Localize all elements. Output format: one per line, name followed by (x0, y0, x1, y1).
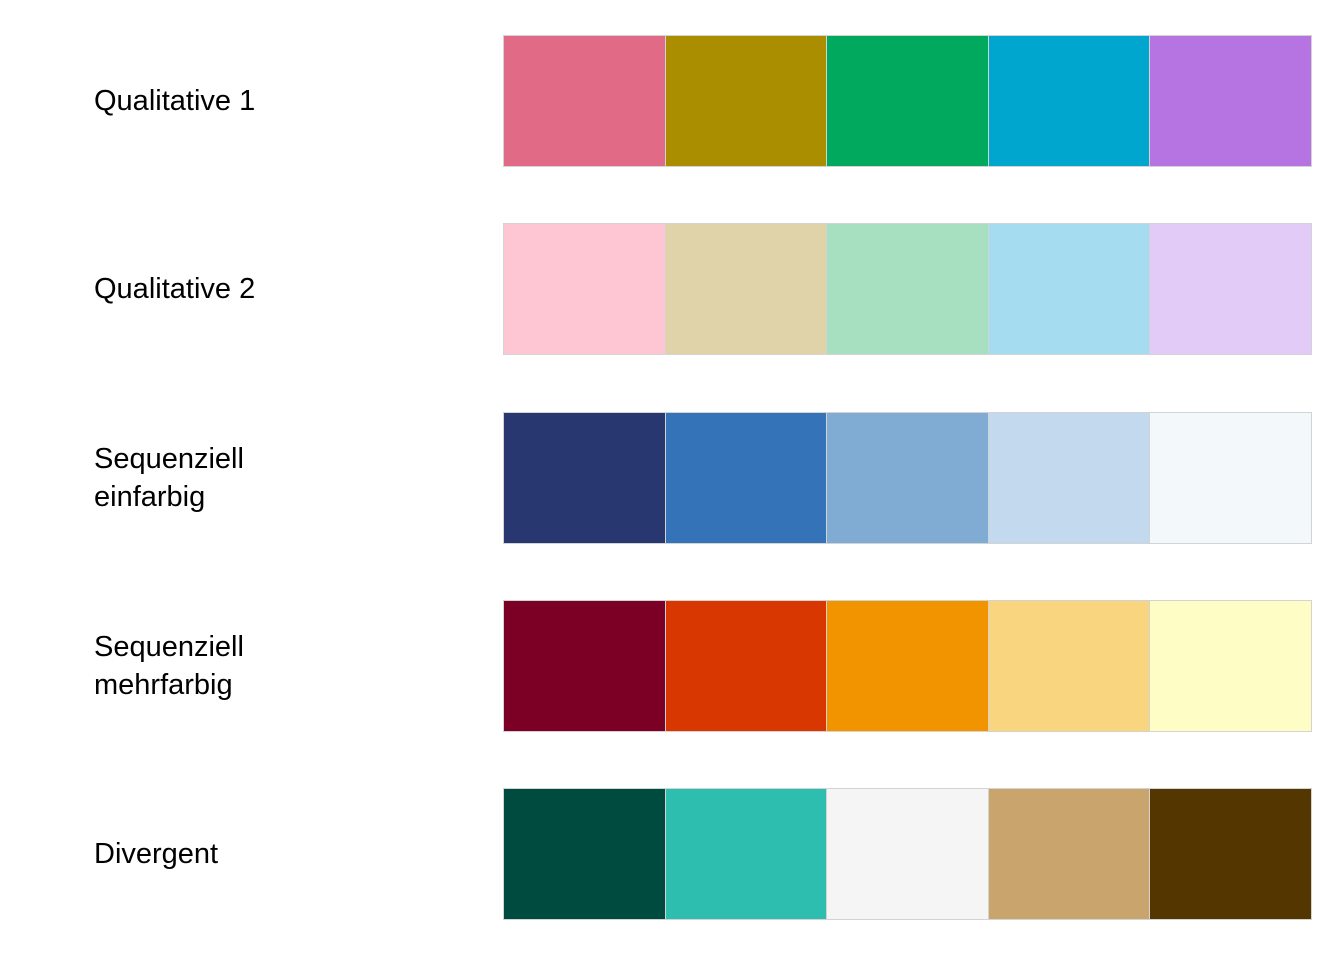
color-swatch (665, 789, 827, 919)
palette-row-sequential-multi-hue: Sequenziell mehrfarbig (0, 600, 1344, 732)
color-swatch (1150, 224, 1311, 354)
color-swatch (827, 601, 988, 731)
color-swatch (665, 224, 827, 354)
swatch-strip (503, 600, 1312, 732)
palette-row-sequential-single-hue: Sequenziell einfarbig (0, 412, 1344, 544)
color-swatch (665, 601, 827, 731)
color-swatch (665, 36, 827, 166)
palette-row-qualitative-1: Qualitative 1 (0, 35, 1344, 167)
color-swatch (827, 224, 988, 354)
color-swatch (988, 413, 1150, 543)
color-swatch (1150, 36, 1311, 166)
color-swatch (504, 789, 665, 919)
color-swatch (827, 789, 988, 919)
color-swatch (504, 413, 665, 543)
palette-label: Sequenziell mehrfarbig (94, 631, 244, 701)
color-swatch (988, 601, 1150, 731)
palette-row-qualitative-2: Qualitative 2 (0, 223, 1344, 355)
color-swatch (988, 224, 1150, 354)
swatch-strip (503, 35, 1312, 167)
color-swatch (1150, 413, 1311, 543)
palette-overview: Qualitative 1 Qualitative 2 Sequenziell … (0, 0, 1344, 960)
color-swatch (504, 224, 665, 354)
color-swatch (827, 36, 988, 166)
color-swatch (988, 36, 1150, 166)
swatch-strip (503, 788, 1312, 920)
palette-row-divergent: Divergent (0, 788, 1344, 920)
swatch-strip (503, 223, 1312, 355)
color-swatch (1150, 789, 1311, 919)
color-swatch (827, 413, 988, 543)
color-swatch (504, 601, 665, 731)
color-swatch (665, 413, 827, 543)
color-swatch (988, 789, 1150, 919)
palette-label: Sequenziell einfarbig (94, 443, 244, 513)
palette-label: Qualitative 2 (94, 273, 256, 305)
palette-label: Divergent (94, 838, 219, 870)
swatch-strip (503, 412, 1312, 544)
color-swatch (1150, 601, 1311, 731)
palette-label: Qualitative 1 (94, 85, 256, 117)
color-swatch (504, 36, 665, 166)
